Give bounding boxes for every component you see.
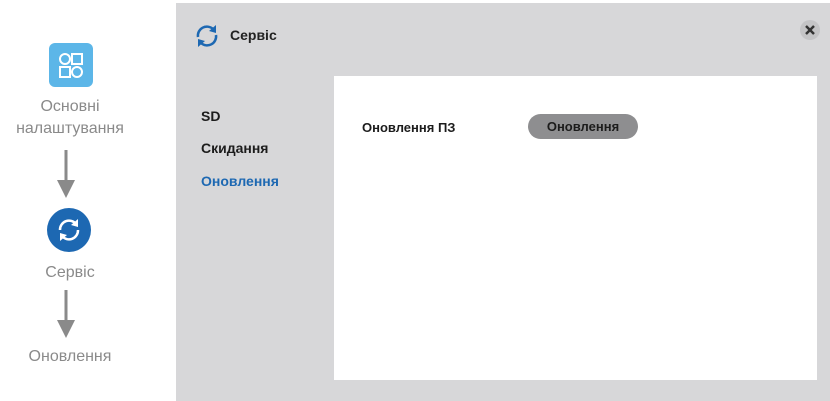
dialog-title: Сервіс xyxy=(230,27,277,43)
flow-diagram: Основні налаштування Сервіс Оновлення xyxy=(0,0,176,401)
firmware-update-label: Оновлення ПЗ xyxy=(362,120,456,135)
nav-item-sd[interactable]: SD xyxy=(201,108,220,124)
flow-step-basic-label-1: Основні xyxy=(40,98,100,115)
flow-step-service-label: Сервіс xyxy=(45,264,95,281)
close-button[interactable] xyxy=(800,20,820,40)
nav-item-reset[interactable]: Скидання xyxy=(201,140,268,156)
refresh-icon xyxy=(196,25,218,47)
flow-step-basic-label-2: налаштування xyxy=(16,120,124,137)
nav-item-update[interactable]: Оновлення xyxy=(201,173,279,189)
grid-settings-icon xyxy=(49,43,93,87)
flow-step-update-label: Оновлення xyxy=(28,348,112,365)
update-button[interactable]: Оновлення xyxy=(528,114,638,139)
close-icon xyxy=(805,25,815,35)
flow-arrow-down-icon xyxy=(57,290,75,338)
flow-arrow-down-icon xyxy=(57,150,75,198)
refresh-icon xyxy=(47,208,91,252)
